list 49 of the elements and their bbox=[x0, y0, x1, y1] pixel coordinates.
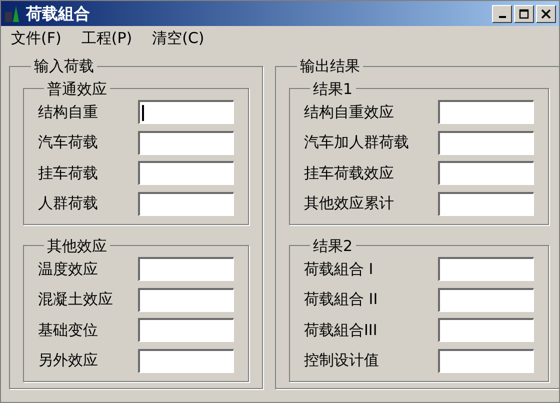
field-label: 温度效应 bbox=[38, 258, 99, 280]
field-label: 结构自重 bbox=[38, 102, 99, 123]
menu-item[interactable]: 清空(C) bbox=[152, 27, 204, 50]
input-field[interactable] bbox=[138, 348, 234, 372]
field-label: 其他效应累计 bbox=[304, 193, 395, 214]
input-field[interactable] bbox=[438, 318, 534, 342]
group-title: 结果1 bbox=[312, 78, 354, 100]
minimize-button[interactable] bbox=[492, 4, 512, 22]
input-field[interactable] bbox=[138, 130, 234, 154]
group-title: 输入荷载 bbox=[33, 56, 95, 77]
app-icon bbox=[4, 4, 22, 22]
input-field[interactable] bbox=[438, 192, 534, 216]
close-icon bbox=[541, 8, 551, 18]
window-title: 荷载組合 bbox=[26, 2, 90, 24]
field-label: 基础变位 bbox=[38, 320, 99, 341]
field-label: 挂车荷载 bbox=[38, 162, 99, 184]
group-title: 输出结果 bbox=[299, 56, 361, 77]
input-field[interactable] bbox=[438, 100, 534, 124]
input-field[interactable] bbox=[138, 318, 234, 342]
input-field[interactable] bbox=[438, 288, 534, 312]
input-field[interactable] bbox=[438, 257, 534, 281]
minimize-icon bbox=[498, 16, 506, 18]
menu-item[interactable]: 文件(F) bbox=[11, 27, 62, 50]
input-field[interactable] bbox=[138, 257, 234, 281]
group-title: 结果2 bbox=[312, 236, 354, 256]
field-label: 荷载組合 II bbox=[304, 289, 379, 310]
input-field[interactable] bbox=[138, 161, 234, 185]
maximize-button[interactable] bbox=[514, 4, 534, 22]
maximize-icon bbox=[519, 8, 529, 18]
field-label: 控制设计值 bbox=[304, 350, 380, 372]
input-field[interactable] bbox=[438, 161, 534, 185]
group-title: 普通效应 bbox=[46, 78, 108, 100]
field-label: 荷载組合III bbox=[304, 320, 378, 341]
field-label: 汽车加人群荷载 bbox=[304, 132, 410, 154]
field-label: 挂车荷载效应 bbox=[304, 162, 395, 184]
field-label: 荷载組合 I bbox=[304, 258, 374, 280]
field-label: 人群荷载 bbox=[38, 193, 99, 214]
field-label: 混凝土效应 bbox=[38, 289, 114, 310]
input-field[interactable] bbox=[438, 348, 534, 372]
field-label: 汽车荷载 bbox=[38, 132, 99, 154]
input-field[interactable] bbox=[138, 100, 234, 124]
input-field[interactable] bbox=[138, 192, 234, 216]
field-label: 另外效应 bbox=[38, 350, 99, 372]
input-field[interactable] bbox=[138, 288, 234, 312]
field-label: 结构自重效应 bbox=[304, 102, 395, 123]
input-field[interactable] bbox=[438, 130, 534, 154]
group-title: 其他效应 bbox=[46, 236, 108, 256]
close-button[interactable] bbox=[536, 4, 556, 22]
menu-item[interactable]: 工程(P) bbox=[81, 27, 132, 50]
